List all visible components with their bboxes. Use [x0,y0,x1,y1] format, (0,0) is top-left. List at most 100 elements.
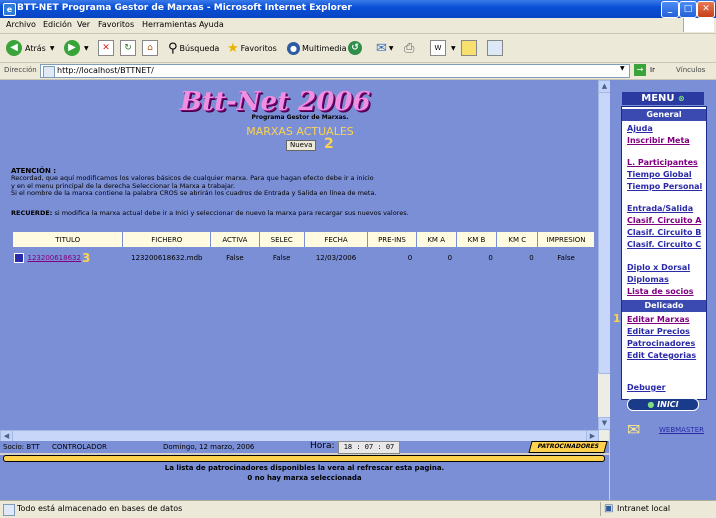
history-button[interactable]: ↺ [348,39,362,57]
mail-icon: ✉ [376,40,387,56]
table-row: 1232006186323 123200618632.mdb False Fal… [13,248,595,269]
search-button[interactable]: ⚲ Búsqueda [168,39,219,57]
menu-item-entrada-salida[interactable]: Entrada/Salida [627,204,693,213]
links-label[interactable]: Vínculos [676,66,705,74]
menu-herramientas[interactable]: Herramientas [142,20,197,29]
menu-item-editar-marxas[interactable]: Editar Marxas [627,315,690,324]
dropdown-arrow-icon[interactable]: ▼ [84,45,89,52]
mail-button[interactable]: ✉ ▼ [376,39,394,57]
menu-item-clasif-b[interactable]: Clasif. Circuito B [627,228,701,237]
messenger-button[interactable] [487,39,503,57]
messenger-icon [487,40,503,56]
star-icon: ★ [227,40,239,56]
windows-logo-icon [683,18,714,32]
hora-label: Hora: [310,441,335,451]
menu-item-clasif-c[interactable]: Clasif. Circuito C [627,240,701,249]
intranet-icon: ▣ [604,503,614,514]
menu-title: MENU ⊗ [622,92,704,105]
status-bar: Todo está almacenado en bases de datos ▣… [0,500,716,518]
back-button[interactable]: ◀ Atrás ▼ [6,39,54,57]
status-divider [600,502,601,516]
marxa-title-link[interactable]: 123200618632 [28,254,81,262]
page-subtitle: Programa Gestor de Marxas. [251,114,349,121]
search-icon: ⚲ [168,40,178,56]
horizontal-scrollbar[interactable]: ◀ ▶ [0,430,609,443]
back-arrow-icon: ◀ [6,40,22,56]
refresh-icon: ↻ [120,40,136,56]
menu-item-clasif-a[interactable]: Clasif. Circuito A [627,216,701,225]
section-delicado: Delicado [622,300,706,312]
dropdown-arrow-icon[interactable]: ▼ [389,45,394,52]
page-heading: MARXAS ACTUALES [246,125,354,138]
patrocinadores-button[interactable]: PATROCINADORES [528,441,608,453]
go-label[interactable]: Ir [650,66,655,74]
menu-item-tiempo-global[interactable]: Tiempo Global [627,170,692,179]
cell-fichero: 123200618632.mdb [131,254,203,262]
ie-icon: e [3,3,16,16]
col-kmb: KM B [455,231,498,248]
back-label: Atrás [25,43,46,53]
user-info-bar: Socio: BTT CONTROLADOR Domingo, 12 marzo… [0,441,609,454]
multimedia-button[interactable]: ● Multimedia [287,39,346,57]
home-button[interactable]: ⌂ [142,39,158,57]
address-input[interactable]: http://localhost/BTTNET/ [40,64,630,78]
edit-icon[interactable] [13,253,24,263]
inici-button[interactable]: ● INICI [627,398,699,411]
menu-archivo[interactable]: Archivo [6,20,36,29]
address-bar: Dirección http://localhost/BTTNET/ ▼ → I… [0,63,716,80]
cell-kmb: 0 [488,254,493,262]
menu-ver[interactable]: Ver [77,20,90,29]
col-titulo: TITULO [11,231,124,248]
menu-item-editar-precios[interactable]: Editar Precios [627,327,690,336]
col-preins: PRE-INS [367,231,417,248]
menu-item-tiempo-personal[interactable]: Tiempo Personal [627,182,702,191]
toolbar: ◀ Atrás ▼ ▶ ▼ ✕ ↻ ⌂ ⚲ Búsqueda ★ Favorit… [0,34,716,63]
menu-edicion[interactable]: Edición [43,20,72,29]
go-arrow-icon[interactable]: → [634,64,646,76]
close-button[interactable]: ✕ [697,1,715,18]
address-dropdown-icon[interactable]: ▼ [620,65,625,72]
forward-button[interactable]: ▶ ▼ [64,39,89,57]
marker-editar: 1 [613,312,621,325]
globe-icon: ● [287,41,300,55]
menu-item-edit-categorias[interactable]: Edit Categorias [627,351,696,360]
marker-title: 3 [81,251,91,265]
refresh-button[interactable]: ↻ [120,39,136,57]
menu-item-inscribir-meta[interactable]: Inscribir Meta [627,136,690,145]
col-selec: SELEC [258,231,305,248]
cell-preins: 0 [407,254,413,262]
remember-label: RECUERDE: [11,209,53,217]
home-icon: ⌂ [142,40,158,56]
minimize-button[interactable]: _ [661,1,679,18]
dropdown-arrow-icon[interactable]: ▼ [451,45,456,52]
menu-item-participantes[interactable]: L. Participantes [627,158,698,167]
menu-item-ajuda[interactable]: Ajuda [627,124,653,133]
menu-item-lista-socios[interactable]: Lista de socios [627,287,694,296]
discuss-button[interactable] [461,39,477,57]
dropdown-arrow-icon[interactable]: ▼ [50,45,55,52]
webmaster-link[interactable]: WEBMASTER [659,426,704,434]
print-button[interactable]: ⎙ [404,39,414,57]
menu-item-diplo-dorsal[interactable]: Diplo x Dorsal [627,263,690,272]
home-icon: ● [647,400,655,409]
col-fichero: FICHERO [122,231,212,248]
stop-button[interactable]: ✕ [98,39,114,57]
menu-toggle-icon[interactable]: ⊗ [678,94,685,103]
menu-ayuda[interactable]: Ayuda [199,20,224,29]
favorites-button[interactable]: ★ Favoritos [227,39,277,57]
col-activa: ACTIVA [210,231,260,248]
cell-fecha: 12/03/2006 [315,254,357,262]
menu-item-patrocinadores[interactable]: Patrocinadores [627,339,695,348]
sponsors-message: La lista de patrocinadores disponibles l… [164,464,445,472]
marquee-divider [3,455,605,462]
address-label: Dirección [4,66,37,74]
cell-impresion: False [557,254,575,262]
menu-item-diplomas[interactable]: Diplomas [627,275,669,284]
edit-button[interactable]: W ▼ [430,39,456,57]
menu-favoritos[interactable]: Favoritos [98,20,134,29]
new-marxa-button[interactable]: Nueva [286,140,317,151]
vertical-scrollbar[interactable]: ▲ ▼ [598,80,611,430]
maximize-button[interactable]: □ [679,1,697,18]
marxas-table: TITULO FICHERO ACTIVA SELEC FECHA PRE-IN… [11,231,595,269]
menu-item-debuger[interactable]: Debuger [627,383,666,392]
